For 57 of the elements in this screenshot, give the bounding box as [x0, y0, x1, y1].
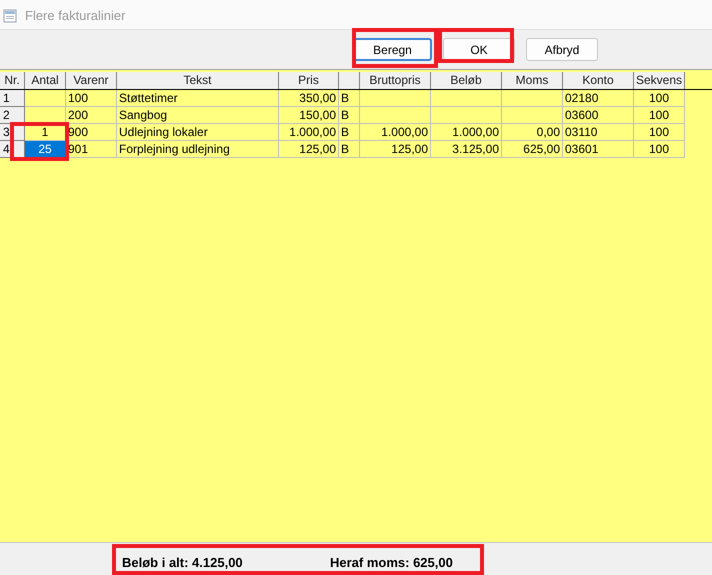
row-number[interactable]: 2: [0, 107, 25, 124]
table-cell: 0,00: [502, 124, 563, 141]
dialog-button[interactable]: Beregn: [353, 38, 432, 61]
table-cell: 100: [66, 90, 117, 107]
table-cell: [431, 90, 502, 107]
table-cell: Udlejning lokaler: [117, 124, 279, 141]
table-cell: Sangbog: [117, 107, 279, 124]
table-cell: 02180: [563, 90, 634, 107]
table-cell: Støttetimer: [117, 90, 279, 107]
column-header[interactable]: Nr.: [0, 72, 25, 89]
table-cell: 1.000,00: [279, 124, 339, 141]
column-header[interactable]: Varenr: [66, 72, 117, 89]
column-header[interactable]: Beløb: [431, 72, 502, 89]
table-cell: 100: [634, 141, 685, 158]
column-header[interactable]: Pris: [279, 72, 339, 89]
table-cell: 03601: [563, 141, 634, 158]
table-cell: B: [339, 141, 360, 158]
table-cell: 100: [634, 90, 685, 107]
table-cell: [502, 107, 563, 124]
table-cell: [360, 107, 431, 124]
column-header[interactable]: [339, 72, 360, 89]
total-amount: Beløb i alt: 4.125,00: [122, 554, 244, 572]
table-cell: 125,00: [279, 141, 339, 158]
column-header[interactable]: Antal: [25, 72, 66, 89]
dialog-button[interactable]: Afbryd: [526, 38, 598, 61]
column-header[interactable]: Konto: [563, 72, 634, 89]
table-cell: B: [339, 124, 360, 141]
table-cell: 100: [634, 124, 685, 141]
highlight-frame: [10, 122, 69, 161]
table-cell: [431, 107, 502, 124]
table-cell: B: [339, 107, 360, 124]
table-cell: 03600: [563, 107, 634, 124]
table-cell: 150,00: [279, 107, 339, 124]
vat-amount: Heraf moms: 625,00: [330, 554, 453, 572]
window-title: Flere fakturalinier: [25, 6, 126, 25]
table-cell: 25: [25, 141, 66, 158]
table-cell: 3.125,00: [431, 141, 502, 158]
table-cell: 200: [66, 107, 117, 124]
table-cell: Forplejning udlejning: [117, 141, 279, 158]
column-header[interactable]: Tekst: [117, 72, 279, 89]
table-cell: 100: [634, 107, 685, 124]
table-cell: [502, 90, 563, 107]
table-cell: B: [339, 90, 360, 107]
table-cell: 1.000,00: [431, 124, 502, 141]
table-cell: 1.000,00: [360, 124, 431, 141]
window-icon: [3, 8, 17, 22]
table-cell: 350,00: [279, 90, 339, 107]
table-cell: 03110: [563, 124, 634, 141]
column-header[interactable]: Bruttopris: [360, 72, 431, 89]
row-number[interactable]: 1: [0, 90, 25, 107]
table-cell: 125,00: [360, 141, 431, 158]
table-cell: [360, 90, 431, 107]
column-header[interactable]: Moms: [502, 72, 563, 89]
table-cell: 900: [66, 124, 117, 141]
column-header[interactable]: Sekvens: [634, 72, 685, 89]
table-cell: 901: [66, 141, 117, 158]
table-cell: 625,00: [502, 141, 563, 158]
